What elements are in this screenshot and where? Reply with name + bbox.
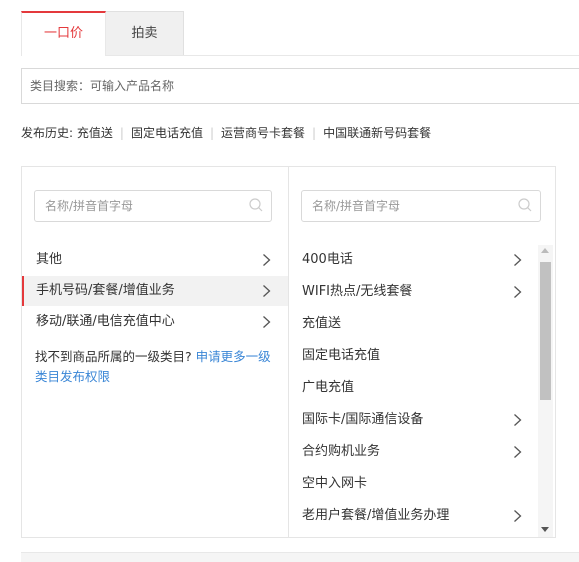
history-item[interactable]: 充值送 (77, 126, 113, 140)
chevron-right-icon (514, 286, 522, 298)
filter-placeholder: 名称/拼音首字母 (312, 199, 401, 213)
category-panel: 名称/拼音首字母 其他 手机号码/套餐/增值业务 移动/联通/电信充值中心 找不… (21, 166, 556, 538)
category-item[interactable]: 其他 (22, 245, 288, 275)
tab-fixed-price[interactable]: 一口价 (21, 11, 106, 56)
subcategory-item[interactable]: 空中入网卡 (289, 469, 555, 499)
chevron-right-icon (514, 414, 522, 426)
level1-category-column: 名称/拼音首字母 其他 手机号码/套餐/增值业务 移动/联通/电信充值中心 找不… (22, 167, 289, 537)
history-divider: | (312, 126, 317, 140)
history-divider: | (119, 126, 124, 140)
category-item-label: 移动/联通/电信充值中心 (36, 314, 175, 329)
subcategory-item-label: 合约购机业务 (302, 444, 381, 459)
category-item-label: 其他 (36, 252, 63, 267)
history-divider: | (209, 126, 214, 140)
history-item[interactable]: 运营商号卡套餐 (221, 126, 305, 140)
filter-placeholder: 名称/拼音首字母 (45, 199, 134, 213)
subcategory-item-label: 老用户套餐/增值业务办理 (302, 508, 450, 523)
subcategory-item[interactable]: 广电充值 (289, 373, 555, 403)
subcategory-item-label: 充值送 (302, 316, 342, 331)
subcategory-item[interactable]: 固定电话充值 (289, 341, 555, 371)
subcategory-item-label: 固定电话充值 (302, 348, 381, 363)
history-item[interactable]: 中国联通新号码套餐 (323, 126, 431, 140)
subcategory-item-label: 国际卡/国际通信设备 (302, 412, 424, 427)
category-item[interactable]: 移动/联通/电信充值中心 (22, 307, 288, 337)
subcategory-item-label: 空中入网卡 (302, 476, 368, 491)
level2-filter-input[interactable]: 名称/拼音首字母 (301, 190, 541, 222)
subcategory-item[interactable]: WIFI热点/无线套餐 (289, 277, 555, 307)
scroll-down-arrow-icon[interactable] (541, 527, 549, 532)
subcategory-item-label: WIFI热点/无线套餐 (302, 284, 413, 299)
search-icon (518, 198, 532, 212)
subcategory-item-label: 400电话 (302, 252, 353, 267)
subcategory-scrollbar[interactable] (538, 245, 553, 537)
scroll-up-arrow-icon[interactable] (541, 248, 549, 253)
tab-bar: 一口价 拍卖 (21, 11, 579, 56)
category-item-label: 手机号码/套餐/增值业务 (36, 283, 175, 298)
publish-history-label: 发布历史: (21, 126, 74, 140)
chevron-right-icon (263, 285, 271, 297)
subcategory-item[interactable]: 充值送 (289, 309, 555, 339)
subcategory-item[interactable]: 老用户套餐/增值业务办理 (289, 501, 555, 531)
category-notice: 找不到商品所属的一级类目? 申请更多一级类目发布权限 (35, 347, 280, 387)
subcategory-item-label: 广电充值 (302, 380, 355, 395)
subcategory-item[interactable]: 合约购机业务 (289, 437, 555, 467)
tab-auction[interactable]: 拍卖 (106, 11, 184, 55)
chevron-right-icon (263, 316, 271, 328)
notice-text: 找不到商品所属的一级类目? (35, 349, 192, 364)
search-icon (249, 198, 263, 212)
scrollbar-thumb[interactable] (540, 262, 551, 400)
level1-filter-input[interactable]: 名称/拼音首字母 (34, 190, 272, 222)
subcategory-item[interactable]: 400电话 (289, 245, 555, 275)
category-item-selected[interactable]: 手机号码/套餐/增值业务 (22, 276, 288, 306)
history-item[interactable]: 固定电话充值 (131, 126, 203, 140)
subcategory-item[interactable]: 国际卡/国际通信设备 (289, 405, 555, 435)
publish-history: 发布历史: 充值送 | 固定电话充值 | 运营商号卡套餐 | 中国联通新号码套餐 (21, 124, 431, 141)
chevron-right-icon (514, 254, 522, 266)
chevron-right-icon (263, 254, 271, 266)
category-search-input[interactable]: 类目搜索：可输入产品名称 (21, 68, 579, 104)
chevron-right-icon (514, 510, 522, 522)
level2-category-column: 名称/拼音首字母 400电话 WIFI热点/无线套餐 充值送 固定电话充值 广电… (289, 167, 555, 537)
chevron-right-icon (514, 446, 522, 458)
